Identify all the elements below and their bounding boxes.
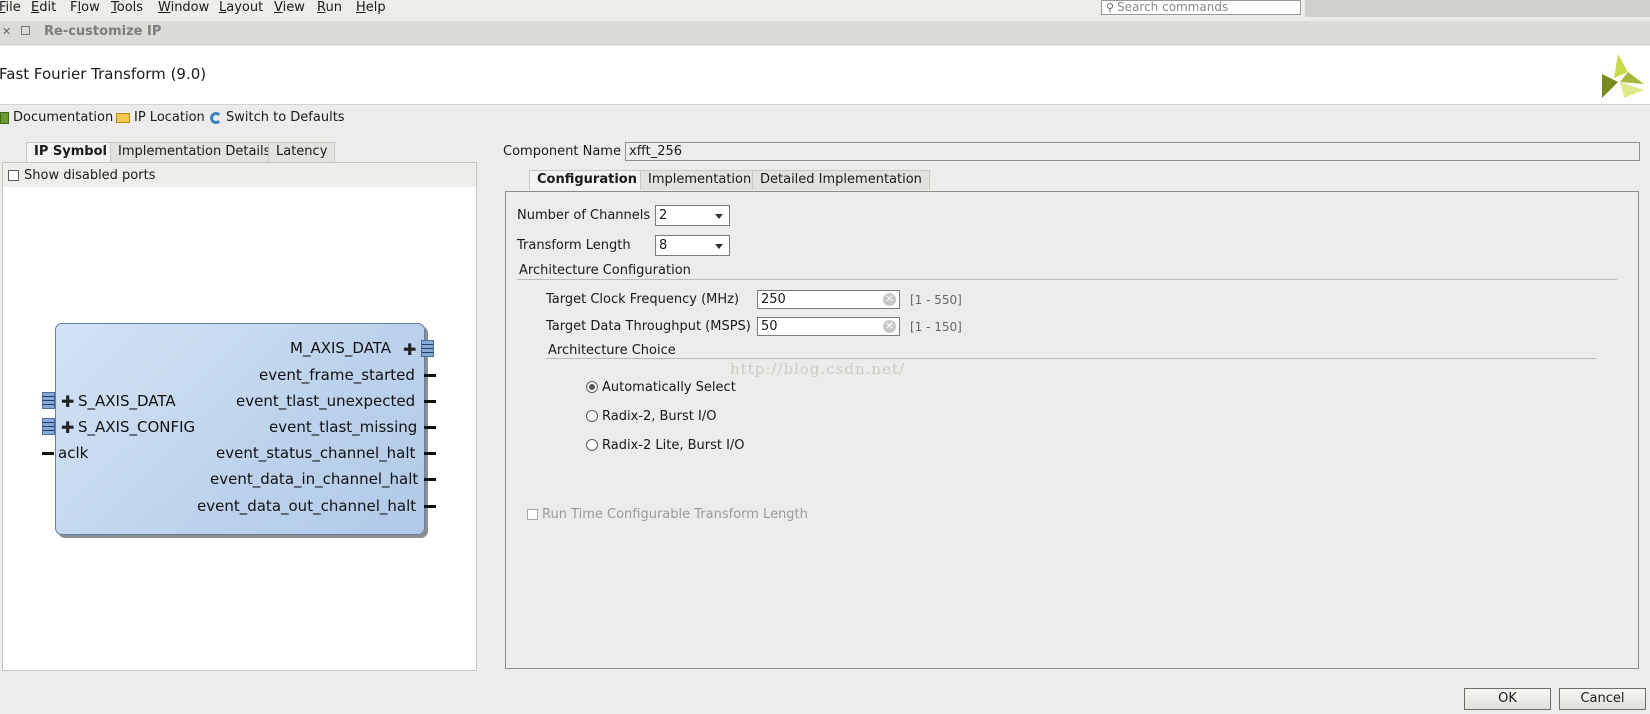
radio-radix2-lite-burst-io-label: Radix-2 Lite, Burst I/O	[602, 438, 745, 453]
close-icon[interactable]: ✕	[2, 25, 11, 38]
tab-detailed-implementation[interactable]: Detailed Implementation	[752, 170, 930, 190]
menu-window[interactable]: Window	[158, 0, 209, 15]
dialog-title-bar	[0, 21, 1650, 45]
port-line	[424, 374, 436, 377]
number-of-channels-label: Number of Channels	[517, 208, 651, 223]
number-of-channels-value: 2	[659, 208, 668, 223]
port-line	[424, 400, 436, 403]
port-line	[424, 426, 436, 429]
divider	[517, 279, 1617, 280]
runtime-configurable-checkbox[interactable]	[527, 509, 538, 520]
port-line	[424, 505, 436, 508]
bus-interface-icon	[42, 392, 55, 409]
transform-length-label: Transform Length	[517, 238, 631, 253]
watermark-text: http://blog.csdn.net/	[730, 360, 906, 378]
port-m-axis-data: M_AXIS_DATA	[290, 339, 392, 357]
target-data-throughput-value: 50	[761, 319, 778, 334]
book-icon	[0, 111, 9, 124]
port-line	[424, 478, 436, 481]
component-name-input[interactable]: xfft_256	[625, 142, 1640, 161]
expand-icon[interactable]: ✚	[61, 420, 74, 436]
refresh-icon	[210, 111, 222, 124]
menu-flow[interactable]: Flow	[70, 0, 100, 15]
radio-automatically-select-label: Automatically Select	[602, 380, 736, 395]
ip-location-label: IP Location	[134, 110, 205, 125]
target-clock-frequency-input[interactable]: 250 ✕	[757, 290, 900, 309]
ok-button[interactable]: OK	[1464, 688, 1551, 710]
target-data-throughput-input[interactable]: 50 ✕	[757, 317, 900, 336]
show-disabled-ports-label: Show disabled ports	[24, 168, 156, 183]
tab-latency[interactable]: Latency	[268, 142, 336, 162]
tab-implementation[interactable]: Implementation	[640, 170, 760, 190]
search-commands-input[interactable]: ⚲ Search commands	[1101, 0, 1301, 15]
port-event-frame-started: event_frame_started	[259, 366, 415, 384]
target-clock-frequency-value: 250	[761, 292, 786, 307]
cancel-button[interactable]: Cancel	[1559, 688, 1646, 710]
menu-tools[interactable]: Tools	[111, 0, 143, 15]
clear-icon[interactable]: ✕	[883, 320, 896, 333]
ip-location-button[interactable]: IP Location	[116, 110, 205, 125]
port-event-tlast-unexpected: event_tlast_unexpected	[236, 392, 416, 410]
menu-run[interactable]: Run	[317, 0, 342, 15]
documentation-label: Documentation	[13, 110, 114, 125]
dialog-header	[0, 46, 1650, 105]
bus-interface-icon	[421, 340, 434, 357]
dialog-title: Re-customize IP	[44, 24, 162, 39]
menu-help[interactable]: Help	[356, 0, 386, 15]
radio-radix2-burst-io-label: Radix-2, Burst I/O	[602, 409, 717, 424]
tab-implementation-details[interactable]: Implementation Details	[110, 142, 279, 162]
tab-ip-symbol[interactable]: IP Symbol	[26, 142, 115, 162]
switch-to-defaults-label: Switch to Defaults	[226, 110, 345, 125]
target-clock-frequency-label: Target Clock Frequency (MHz)	[546, 292, 740, 307]
search-icon: ⚲	[1106, 1, 1115, 14]
port-line	[424, 452, 436, 455]
expand-icon[interactable]: ✚	[61, 394, 74, 410]
component-name-label: Component Name	[503, 144, 621, 159]
menu-bar-right-area	[1305, 0, 1650, 17]
bus-interface-icon	[42, 418, 55, 435]
clear-icon[interactable]: ✕	[883, 293, 896, 306]
xilinx-logo-icon	[1602, 54, 1644, 98]
port-event-tlast-missing: event_tlast_missing	[269, 418, 418, 436]
transform-length-value: 8	[659, 238, 668, 253]
runtime-configurable-label: Run Time Configurable Transform Length	[542, 507, 808, 522]
menu-view[interactable]: View	[274, 0, 305, 15]
menu-file[interactable]: File	[0, 0, 21, 15]
radio-radix2-burst-io[interactable]	[586, 410, 598, 422]
radio-automatically-select[interactable]	[586, 381, 598, 393]
tab-configuration[interactable]: Configuration	[529, 170, 645, 190]
transform-length-select[interactable]: 8	[655, 235, 730, 256]
switch-to-defaults-button[interactable]: Switch to Defaults	[210, 110, 345, 125]
throughput-range: [1 - 150]	[910, 320, 962, 334]
folder-icon	[116, 112, 130, 123]
show-disabled-ports-checkbox[interactable]	[8, 170, 19, 181]
target-data-throughput-label: Target Data Throughput (MSPS)	[546, 319, 751, 334]
port-s-axis-data: S_AXIS_DATA	[78, 392, 176, 410]
maximize-icon[interactable]	[21, 26, 30, 35]
port-aclk: aclk	[58, 444, 89, 462]
port-line	[42, 452, 54, 455]
expand-icon[interactable]: ✚	[403, 342, 416, 358]
documentation-button[interactable]: Documentation	[0, 110, 113, 125]
menu-layout[interactable]: Layout	[219, 0, 263, 15]
port-event-status-channel-halt: event_status_channel_halt	[216, 444, 416, 462]
ip-title: Fast Fourier Transform (9.0)	[0, 65, 207, 83]
divider	[546, 358, 1596, 359]
architecture-choice-heading: Architecture Choice	[548, 343, 676, 358]
architecture-configuration-heading: Architecture Configuration	[519, 263, 691, 278]
port-event-data-in-channel-halt: event_data_in_channel_halt	[210, 470, 419, 488]
port-s-axis-config: S_AXIS_CONFIG	[78, 418, 196, 436]
port-event-data-out-channel-halt: event_data_out_channel_halt	[197, 497, 417, 515]
radio-radix2-lite-burst-io[interactable]	[586, 439, 598, 451]
menu-edit[interactable]: Edit	[31, 0, 56, 15]
chevron-down-icon	[715, 244, 723, 249]
number-of-channels-select[interactable]: 2	[655, 205, 730, 226]
clock-range: [1 - 550]	[910, 293, 962, 307]
search-placeholder: Search commands	[1117, 0, 1229, 14]
chevron-down-icon	[715, 214, 723, 219]
